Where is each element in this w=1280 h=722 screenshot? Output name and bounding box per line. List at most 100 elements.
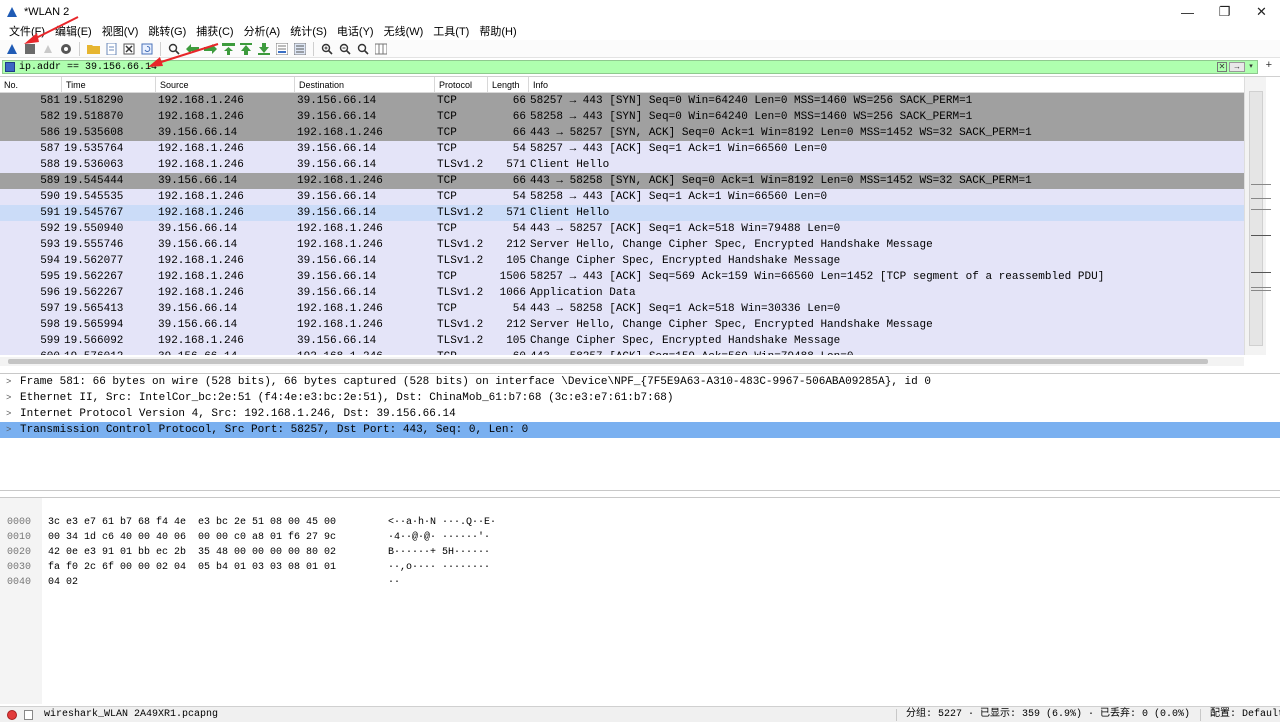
column-header-no[interactable]: No. xyxy=(0,77,62,93)
packet-cell-no: 592 xyxy=(40,223,60,235)
menu-view[interactable]: 视图(V) xyxy=(97,24,144,40)
zoom-in-icon[interactable] xyxy=(318,41,336,57)
column-header-protocol[interactable]: Protocol xyxy=(435,77,488,93)
column-header-destination[interactable]: Destination xyxy=(295,77,435,93)
display-filter-input[interactable]: ip.addr == 39.156.66.14 ✕ → ▾ xyxy=(2,60,1258,74)
menu-analyze[interactable]: 分析(A) xyxy=(239,24,286,40)
capture-options-icon[interactable] xyxy=(57,41,75,57)
find-packet-icon[interactable] xyxy=(165,41,183,57)
packet-cell-no: 589 xyxy=(40,175,60,187)
packet-cell-info: Server Hello, Change Cipher Spec, Encryp… xyxy=(530,239,933,251)
add-filter-button-icon[interactable]: + xyxy=(1266,59,1272,71)
resize-columns-icon[interactable] xyxy=(372,41,390,57)
menu-telephony[interactable]: 电话(Y) xyxy=(332,24,379,40)
menu-wireless[interactable]: 无线(W) xyxy=(379,24,429,40)
packet-cell-proto: TLSv1.2 xyxy=(437,255,484,267)
start-capture-icon[interactable] xyxy=(3,41,21,57)
packet-row[interactable]: 596 19.562267 192.168.1.246 39.156.66.14 TLS… xyxy=(0,285,1244,301)
packet-row[interactable]: 598 19.565994 39.156.66.14 192.168.1.246 TLS… xyxy=(0,317,1244,333)
packet-row[interactable]: 592 19.550940 39.156.66.14 192.168.1.246 TCP… xyxy=(0,221,1244,237)
go-to-packet-icon[interactable] xyxy=(219,41,237,57)
expert-info-status-icon[interactable] xyxy=(7,710,17,720)
go-forward-icon[interactable] xyxy=(201,41,219,57)
packet-cell-time: 19.576012 xyxy=(64,349,156,355)
packet-row[interactable]: 589 19.545444 39.156.66.14 192.168.1.246 TCP… xyxy=(0,173,1244,189)
filter-dropdown-icon[interactable]: ▾ xyxy=(1247,62,1255,72)
last-packet-icon[interactable] xyxy=(255,41,273,57)
filter-bookmark-icon[interactable] xyxy=(5,62,15,72)
menu-go[interactable]: 跳转(G) xyxy=(143,24,191,40)
column-header-time[interactable]: Time xyxy=(62,77,156,93)
detail-ipv4[interactable]: > Internet Protocol Version 4, Src: 192.1… xyxy=(0,406,1280,422)
packet-row[interactable]: 581 19.518290 192.168.1.246 39.156.66.14 TCP… xyxy=(0,93,1244,109)
packet-row[interactable]: 591 19.545767 192.168.1.246 39.156.66.14 TLS… xyxy=(0,205,1244,221)
menu-statistics[interactable]: 统计(S) xyxy=(285,24,332,40)
detail-tcp[interactable]: > Transmission Control Protocol, Src Port… xyxy=(0,422,1280,438)
detail-frame[interactable]: > Frame 581: 66 bytes on wire (528 bits),… xyxy=(0,374,1280,390)
reload-icon[interactable] xyxy=(138,41,156,57)
stop-capture-icon[interactable] xyxy=(21,41,39,57)
packet-row[interactable]: 587 19.535764 192.168.1.246 39.156.66.14 TCP… xyxy=(0,141,1244,157)
status-bar: wireshark_WLAN 2A49XR1.pcapng 分组: 5227 ·… xyxy=(0,706,1280,722)
menu-file[interactable]: 文件(F) xyxy=(4,24,50,40)
close-file-icon[interactable] xyxy=(120,41,138,57)
apply-filter-icon[interactable]: → xyxy=(1229,62,1245,72)
packet-row[interactable]: 582 19.518870 192.168.1.246 39.156.66.14 TCP… xyxy=(0,109,1244,125)
capture-comment-icon[interactable] xyxy=(24,710,33,720)
packet-cell-no: 591 xyxy=(40,207,60,219)
column-header-source[interactable]: Source xyxy=(156,77,295,93)
packet-cell-time: 19.545535 xyxy=(64,191,124,203)
packet-cell-info: Application Data xyxy=(530,287,636,299)
expand-arrow-icon[interactable]: > xyxy=(6,374,11,390)
autoscroll-icon[interactable] xyxy=(273,41,291,57)
packet-row[interactable]: 593 19.555746 39.156.66.14 192.168.1.246 TLS… xyxy=(0,237,1244,253)
packet-details: > Frame 581: 66 bytes on wire (528 bits),… xyxy=(0,373,1280,491)
expand-arrow-icon[interactable]: > xyxy=(6,422,11,438)
packet-row[interactable]: 588 19.536063 192.168.1.246 39.156.66.14 TLS… xyxy=(0,157,1244,173)
minimize-button[interactable]: — xyxy=(1169,0,1206,24)
menu-help[interactable]: 帮助(H) xyxy=(474,24,521,40)
packet-cell-dst: 192.168.1.246 xyxy=(297,349,435,355)
restart-capture-icon[interactable] xyxy=(39,41,57,57)
toolbar-divider xyxy=(79,41,80,56)
packet-row[interactable]: 597 19.565413 39.156.66.14 192.168.1.246 TCP… xyxy=(0,301,1244,317)
packet-cell-no: 597 xyxy=(40,303,60,315)
packet-cell-info: Server Hello, Change Cipher Spec, Encryp… xyxy=(530,319,933,331)
packet-row[interactable]: 594 19.562077 192.168.1.246 39.156.66.14 TLS… xyxy=(0,253,1244,269)
expand-arrow-icon[interactable]: > xyxy=(6,406,11,422)
expand-arrow-icon[interactable]: > xyxy=(6,390,11,406)
file-icon[interactable] xyxy=(102,41,120,57)
go-back-icon[interactable] xyxy=(183,41,201,57)
zoom-normal-icon[interactable] xyxy=(354,41,372,57)
colorize-icon[interactable] xyxy=(291,41,309,57)
scrollbar-minimap[interactable] xyxy=(1249,91,1271,346)
maximize-button[interactable]: ❐ xyxy=(1206,0,1243,24)
packet-cell-info: Change Cipher Spec, Encrypted Handshake … xyxy=(530,255,841,267)
packet-row[interactable]: 586 19.535608 39.156.66.14 192.168.1.246 TCP… xyxy=(0,125,1244,141)
display-filter-text[interactable]: ip.addr == 39.156.66.14 xyxy=(19,62,157,73)
zoom-out-icon[interactable] xyxy=(336,41,354,57)
packet-cell-len: 1506 xyxy=(499,271,526,283)
packet-cell-no: 596 xyxy=(40,287,60,299)
packet-row[interactable]: 595 19.562267 192.168.1.246 39.156.66.14 TCP… xyxy=(0,269,1244,285)
detail-ethernet[interactable]: > Ethernet II, Src: IntelCor_bc:2e:51 (f4… xyxy=(0,390,1280,406)
clear-filter-icon[interactable]: ✕ xyxy=(1217,62,1227,72)
packet-row[interactable]: 590 19.545535 192.168.1.246 39.156.66.14 TCP… xyxy=(0,189,1244,205)
status-profile[interactable]: 配置: Default xyxy=(1210,707,1280,722)
packet-cell-proto: TCP xyxy=(437,223,457,235)
first-packet-icon[interactable] xyxy=(237,41,255,57)
menu-edit[interactable]: 编辑(E) xyxy=(50,24,97,40)
column-header-length[interactable]: Length xyxy=(488,77,529,93)
close-button[interactable]: ✕ xyxy=(1243,0,1280,24)
column-header-info[interactable]: Info xyxy=(529,77,1244,93)
packet-row[interactable]: 599 19.566092 192.168.1.246 39.156.66.14 TLS… xyxy=(0,333,1244,349)
open-folder-icon[interactable] xyxy=(84,41,102,57)
menu-tools[interactable]: 工具(T) xyxy=(428,24,474,40)
packet-cell-len: 571 xyxy=(506,207,526,219)
hscroll-thumb[interactable] xyxy=(8,359,1208,364)
packet-row[interactable]: 60019.57601239.156.66.14192.168.1.246TCP… xyxy=(0,349,1244,355)
packet-list-scrollbar[interactable] xyxy=(1244,77,1271,355)
packet-list-hscrollbar[interactable] xyxy=(0,357,1244,366)
menu-capture[interactable]: 捕获(C) xyxy=(191,24,238,40)
packet-cell-proto: TCP xyxy=(437,175,457,187)
